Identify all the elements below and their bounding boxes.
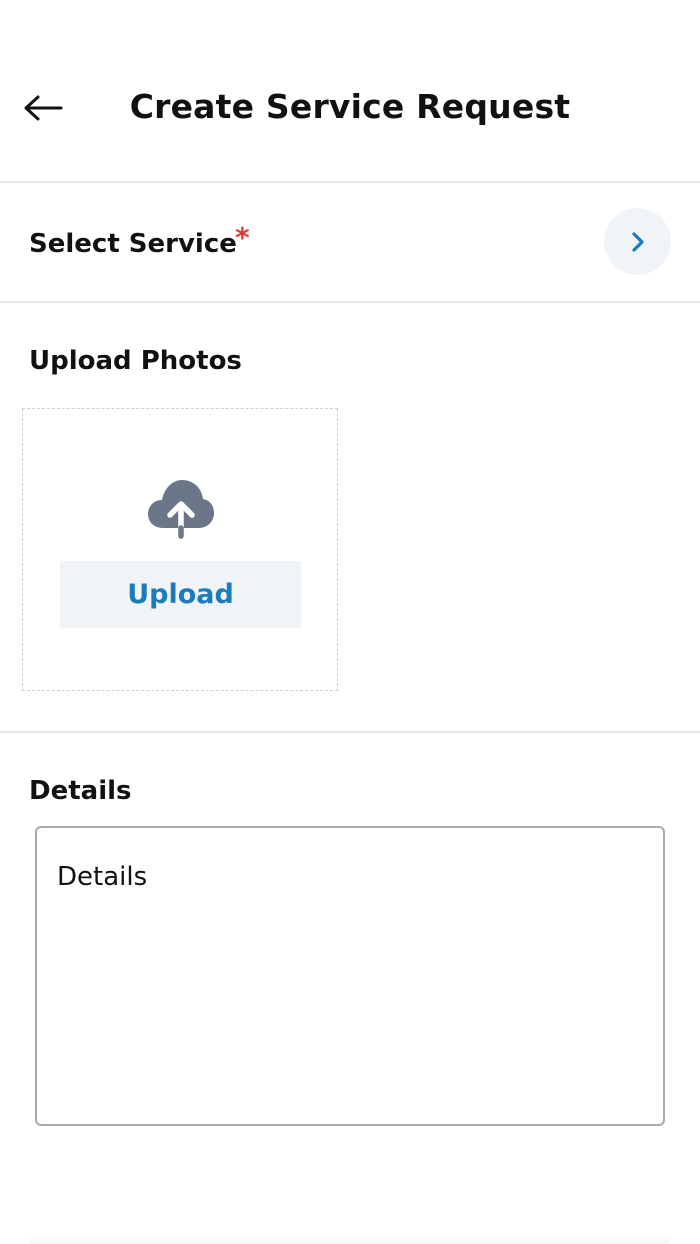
bottom-shadow [30, 1236, 670, 1244]
page-title: Create Service Request [129, 87, 571, 126]
required-indicator: * [235, 221, 250, 254]
select-service-button[interactable] [604, 208, 671, 275]
details-field[interactable] [35, 826, 665, 1126]
chevron-right-icon [631, 231, 644, 252]
header-divider [0, 181, 700, 183]
app-header: Create Service Request [0, 0, 700, 182]
select-service-divider [0, 301, 700, 303]
upload-dropzone[interactable] [22, 408, 338, 691]
details-label: Details [29, 776, 132, 806]
upload-divider [0, 731, 700, 733]
cloud-upload-icon [148, 480, 214, 539]
select-service-label: Select Service [29, 229, 237, 259]
upload-photos-label: Upload Photos [29, 346, 242, 376]
upload-button[interactable]: Upload [60, 561, 301, 628]
